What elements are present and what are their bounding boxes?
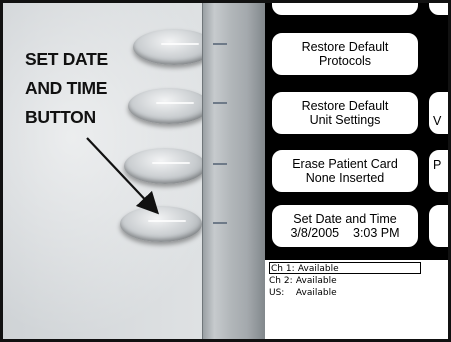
photo-frame: Restore Default Protocols Restore Defaul… [0,0,451,342]
erase-patient-card-button[interactable]: Erase Patient Card None Inserted [270,148,420,194]
status-label: US: [269,288,285,298]
bezel-tick-mark [213,163,227,165]
annotation-callout: SET DATE AND TIME BUTTON [25,45,145,132]
callout-line: BUTTON [25,107,96,127]
button-line-1: Set Date and Time [293,212,397,226]
side-button-p[interactable]: P [427,148,448,194]
bezel-tick-mark [213,222,227,224]
restore-default-unit-settings-button[interactable]: Restore Default Unit Settings [270,90,420,136]
status-value: Available [295,288,337,298]
status-value: Available [295,276,337,286]
button-line-2: Unit Settings [309,113,381,127]
button-line-2: Protocols [318,54,372,68]
set-date-and-time-button[interactable]: Set Date and Time 3/8/2005 3:03 PM [270,203,420,249]
side-button-v[interactable]: V [427,90,448,136]
status-label: Ch 2: [269,276,293,286]
callout-line: SET DATE [25,49,108,69]
menu-button-top-partial[interactable] [270,3,420,17]
button-line-1: Erase Patient Card [292,157,398,171]
callout-line: AND TIME [25,78,108,98]
channel-status-panel: Ch 1: Available Ch 2: Available US: Avai… [265,258,448,339]
device-bezel [202,3,266,339]
restore-default-protocols-button[interactable]: Restore Default Protocols [270,31,420,77]
bezel-tick-mark [213,102,227,104]
soft-key-3[interactable] [124,148,206,184]
status-row-ch2: Ch 2: Available [269,275,419,287]
side-button-label: V [433,114,442,128]
button-line-2: None Inserted [305,171,385,185]
side-button-top-partial[interactable] [427,3,448,17]
button-line-1: Restore Default [301,40,389,54]
side-button-label: P [433,158,442,172]
status-value: Available [297,264,339,274]
side-button-blank[interactable] [427,203,448,249]
set-date-value: 3/8/2005 3:03 PM [290,226,400,240]
status-row-us: US: Available [269,287,419,299]
button-line-1: Restore Default [301,99,389,113]
status-row-ch1: Ch 1: Available [269,262,421,274]
status-label: Ch 1: [271,264,295,274]
bezel-tick-mark [213,43,227,45]
set-date-and-time-soft-key[interactable] [120,206,202,242]
